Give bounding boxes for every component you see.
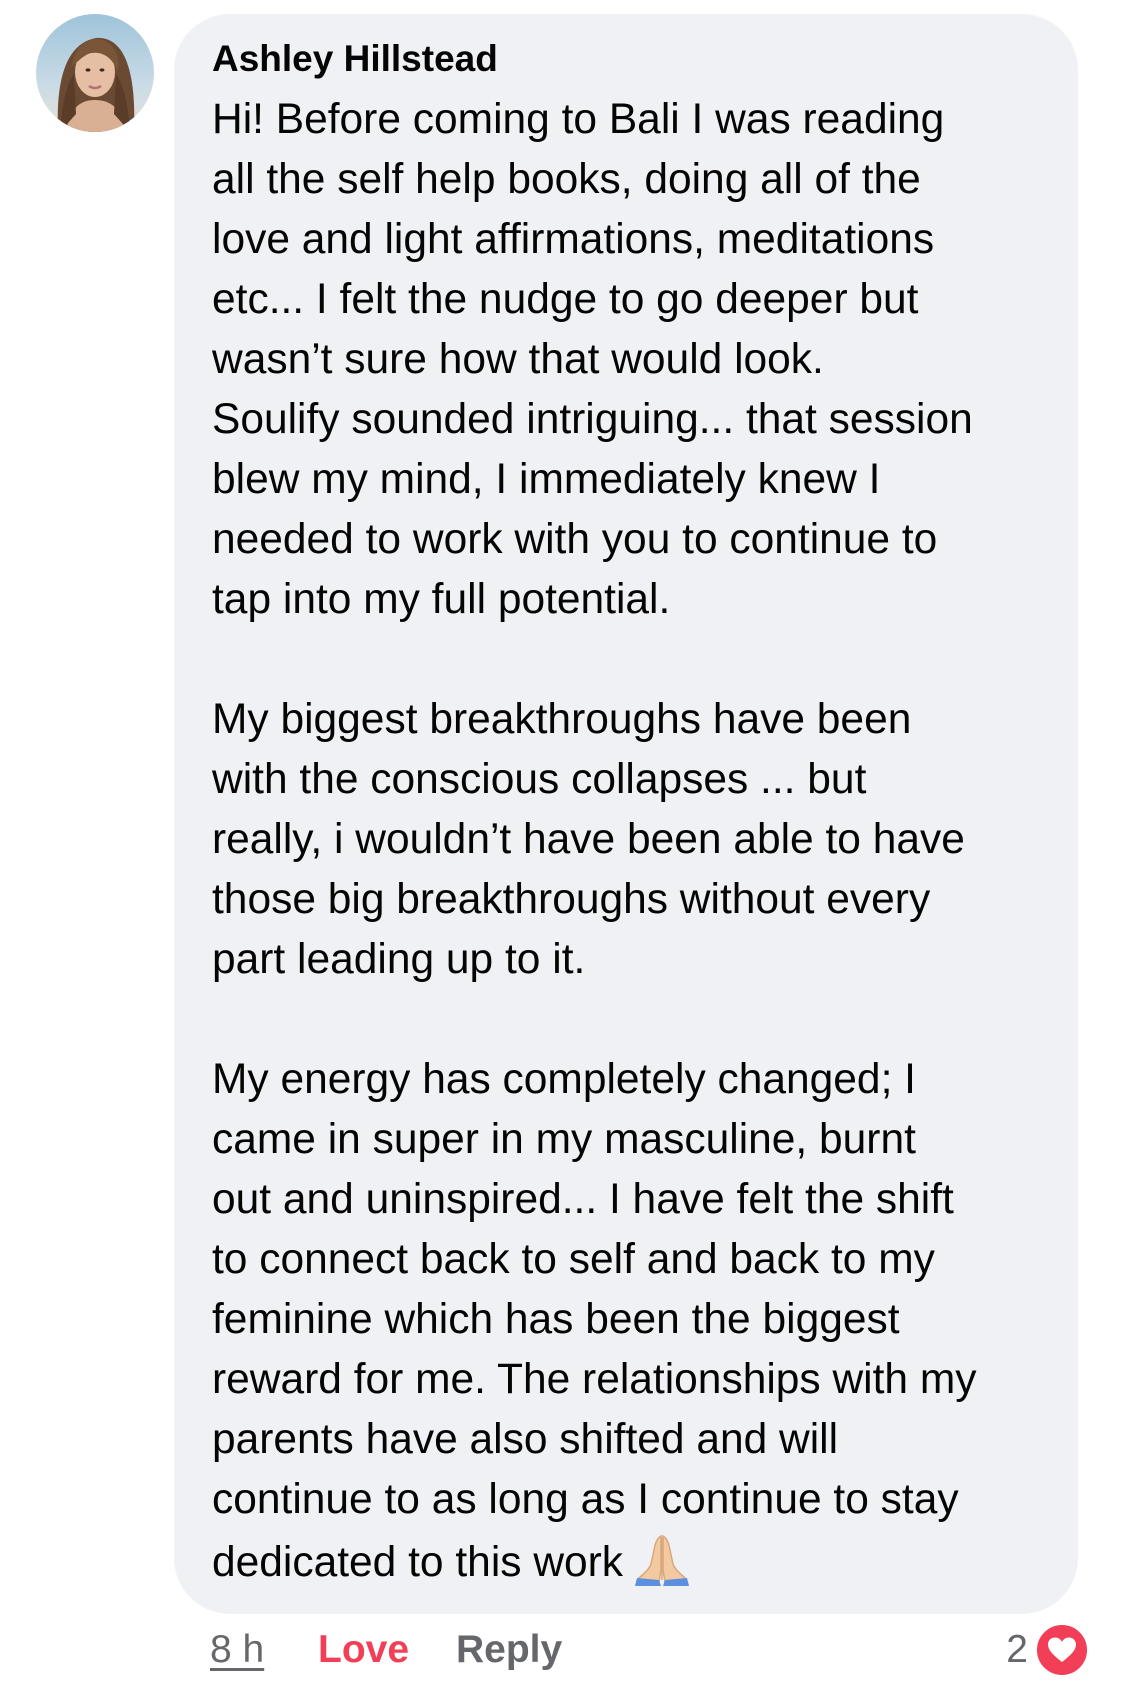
comment-body: Hi! Before coming to Bali I was reading … bbox=[212, 90, 1072, 1593]
comment-paragraph-3: My energy has completely changed; I came… bbox=[212, 1050, 1072, 1593]
folded-hands-emoji-icon bbox=[633, 1530, 691, 1586]
comment-line: continue to as long as I continue to sta… bbox=[212, 1476, 959, 1523]
comment-line: love and light affirmations, meditations bbox=[212, 216, 935, 263]
comment-line: those big breakthroughs without every bbox=[212, 876, 931, 923]
love-button[interactable]: Love bbox=[318, 1628, 409, 1672]
comment-line: wasn’t sure how that would look. bbox=[212, 336, 824, 383]
comment-line: out and uninspired... I have felt the sh… bbox=[212, 1176, 954, 1223]
comment-line: feminine which has been the biggest bbox=[212, 1296, 900, 1343]
comment-line: parents have also shifted and will bbox=[212, 1416, 839, 1463]
comment-line: with the conscious collapses ... but bbox=[212, 756, 867, 803]
reply-button[interactable]: Reply bbox=[456, 1628, 562, 1672]
comment-line-last: dedicated to this work bbox=[212, 1530, 1072, 1593]
comment-timestamp[interactable]: 8 h bbox=[210, 1628, 264, 1672]
comment-author-name[interactable]: Ashley Hillstead bbox=[212, 36, 498, 82]
comment-line: part leading up to it. bbox=[212, 936, 586, 983]
comment-line: to connect back to self and back to my bbox=[212, 1236, 935, 1283]
reaction-summary[interactable]: 2 bbox=[1006, 1622, 1090, 1678]
avatar[interactable] bbox=[36, 14, 154, 132]
comment-line: Hi! Before coming to Bali I was reading bbox=[212, 96, 945, 143]
comment-paragraph-2: My biggest breakthroughs have been with … bbox=[212, 690, 1072, 990]
comment-line: My biggest breakthroughs have been bbox=[212, 696, 912, 743]
comment-line: came in super in my masculine, burnt bbox=[212, 1116, 916, 1163]
comment-actions: 8 h Love Reply 2 bbox=[210, 1622, 1090, 1678]
comment-line: reward for me. The relationships with my bbox=[212, 1356, 977, 1403]
reaction-count: 2 bbox=[1006, 1628, 1028, 1671]
comment-line: really, i wouldn’t have been able to hav… bbox=[212, 816, 965, 863]
comment-line: Soulify sounded intriguing... that sessi… bbox=[212, 396, 973, 443]
comment-line: My energy has completely changed; I bbox=[212, 1056, 916, 1103]
comment-line-text: dedicated to this work bbox=[212, 1539, 624, 1586]
comment-line: all the self help books, doing all of th… bbox=[212, 156, 921, 203]
comment-paragraph-1: Hi! Before coming to Bali I was reading … bbox=[212, 90, 1072, 630]
comment-line: needed to work with you to continue to bbox=[212, 516, 938, 563]
comment-line: blew my mind, I immediately knew I bbox=[212, 456, 881, 503]
heart-reaction-icon bbox=[1034, 1622, 1090, 1678]
comment-line: etc... I felt the nudge to go deeper but bbox=[212, 276, 919, 323]
profile-photo bbox=[36, 14, 154, 132]
comment-bubble: Ashley Hillstead Hi! Before coming to Ba… bbox=[174, 14, 1078, 1614]
comment-line: tap into my full potential. bbox=[212, 576, 671, 623]
